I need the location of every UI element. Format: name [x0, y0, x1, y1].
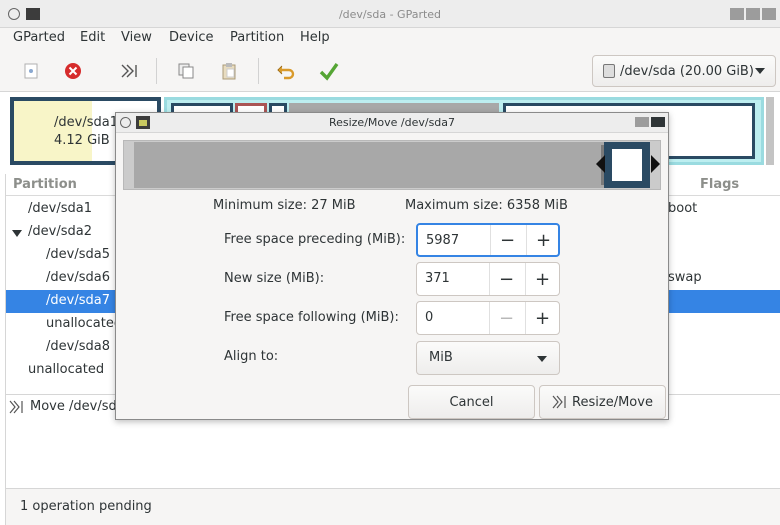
- delete-partition-button[interactable]: [60, 58, 86, 84]
- paste-button[interactable]: [216, 58, 242, 84]
- maximum-size-label: Maximum size: 6358 MiB: [405, 198, 568, 213]
- free-space-preceding-spinner[interactable]: 5987 − +: [416, 223, 560, 257]
- apply-icon: [319, 63, 339, 81]
- toolbar-separator: [258, 58, 259, 84]
- partition-block-name: /dev/sda1: [54, 115, 118, 130]
- window-titlebar: /dev/sda - GParted: [0, 0, 780, 28]
- dialog-title: Resize/Move /dev/sda7: [328, 116, 456, 129]
- copy-icon: [178, 63, 194, 79]
- partition-name: /dev/sda6: [46, 270, 110, 285]
- partition-flags: swap: [668, 270, 702, 285]
- free-space-following-label: Free space following (MiB):: [224, 310, 399, 325]
- column-flags[interactable]: Flags: [700, 177, 739, 192]
- undo-button[interactable]: [273, 58, 299, 84]
- column-partition[interactable]: Partition: [13, 177, 77, 192]
- paste-icon: [222, 63, 236, 80]
- window-title: /dev/sda - GParted: [338, 8, 442, 21]
- partition-name: /dev/sda7: [46, 293, 110, 308]
- decrement-button: −: [489, 302, 523, 334]
- free-space-preceding-input[interactable]: 5987: [426, 233, 459, 248]
- partition-slider-inner: [612, 149, 642, 181]
- maximize-button[interactable]: [746, 8, 760, 20]
- new-size-input[interactable]: 371: [425, 271, 450, 286]
- menu-gparted[interactable]: GParted: [13, 30, 65, 45]
- minimum-size-label: Minimum size: 27 MiB: [213, 198, 356, 213]
- copy-button[interactable]: [173, 58, 199, 84]
- partition-name: /dev/sda1: [28, 201, 92, 216]
- new-partition-button[interactable]: [18, 58, 44, 84]
- menu-view[interactable]: View: [121, 30, 152, 45]
- toolbar: /dev/sda (20.00 GiB): [0, 50, 780, 92]
- decrement-button[interactable]: −: [490, 225, 524, 255]
- chevron-down-icon: [755, 68, 765, 74]
- new-icon: [24, 63, 38, 79]
- menu-edit[interactable]: Edit: [80, 30, 105, 45]
- unallocated-block-end[interactable]: [766, 97, 774, 165]
- device-selector-label: /dev/sda (20.00 GiB): [620, 63, 754, 79]
- partition-name: /dev/sda5: [46, 247, 110, 262]
- toolbar-separator: [156, 58, 157, 84]
- undo-icon: [277, 65, 295, 80]
- free-space-following-spinner[interactable]: 0 − +: [416, 301, 560, 335]
- align-to-value: MiB: [429, 350, 453, 365]
- minimize-button[interactable]: [730, 8, 744, 20]
- partition-name: /dev/sda8: [46, 339, 110, 354]
- dialog-maximize-button[interactable]: [635, 117, 649, 127]
- new-size-label: New size (MiB):: [224, 271, 325, 286]
- increment-button[interactable]: +: [526, 225, 560, 255]
- chevron-down-icon: [537, 356, 547, 362]
- arrow-left-icon[interactable]: [596, 155, 605, 173]
- resize-move-confirm-button[interactable]: Resize/Move: [539, 385, 666, 419]
- partition-slider[interactable]: [604, 142, 650, 188]
- decrement-button[interactable]: −: [489, 263, 523, 295]
- arrow-right-icon[interactable]: [651, 155, 660, 173]
- partition-name: unallocated: [46, 316, 123, 331]
- dialog-close-button[interactable]: [651, 117, 665, 127]
- resize-move-icon: [9, 400, 23, 414]
- disk-icon: [603, 64, 615, 78]
- increment-button[interactable]: +: [525, 302, 559, 334]
- status-text: 1 operation pending: [20, 499, 152, 514]
- resize-move-button-label: Resize/Move: [572, 394, 653, 410]
- new-size-spinner[interactable]: 371 − +: [416, 262, 560, 296]
- apply-button[interactable]: [316, 58, 342, 84]
- expander-arrow-icon[interactable]: [12, 230, 22, 237]
- cancel-button[interactable]: Cancel: [408, 385, 535, 419]
- partition-name: /dev/sda2: [28, 224, 92, 239]
- free-space-preceding-label: Free space preceding (MiB):: [224, 232, 406, 247]
- status-bar: 1 operation pending: [5, 488, 780, 525]
- delete-icon: [65, 63, 81, 79]
- menu-help[interactable]: Help: [300, 30, 330, 45]
- partition-name: unallocated: [28, 362, 105, 377]
- resize-move-dialog: Resize/Move /dev/sda7 Minimum size: 27 M…: [115, 112, 669, 420]
- resize-move-button[interactable]: [116, 58, 142, 84]
- partition-flags: boot: [668, 201, 698, 216]
- free-space-following-input[interactable]: 0: [425, 310, 433, 325]
- operation-item[interactable]: Move /dev/sd: [30, 399, 117, 414]
- align-to-select[interactable]: MiB: [416, 341, 560, 375]
- partition-block-size: 4.12 GiB: [54, 133, 110, 148]
- menu-device[interactable]: Device: [169, 30, 213, 45]
- cancel-button-label: Cancel: [449, 394, 494, 410]
- device-selector[interactable]: /dev/sda (20.00 GiB): [592, 55, 776, 87]
- close-window-button[interactable]: [762, 8, 776, 20]
- used-space-fill: [14, 101, 92, 161]
- partition-resizer[interactable]: [123, 140, 661, 190]
- dialog-titlebar: Resize/Move /dev/sda7: [116, 113, 668, 133]
- align-to-label: Align to:: [224, 349, 279, 364]
- menu-partition[interactable]: Partition: [230, 30, 284, 45]
- increment-button[interactable]: +: [525, 263, 559, 295]
- menu-bar: GParted Edit View Device Partition Help: [0, 28, 780, 50]
- free-space-bar: [134, 142, 604, 188]
- resize-move-icon: [552, 395, 566, 409]
- resize-move-icon: [121, 64, 137, 78]
